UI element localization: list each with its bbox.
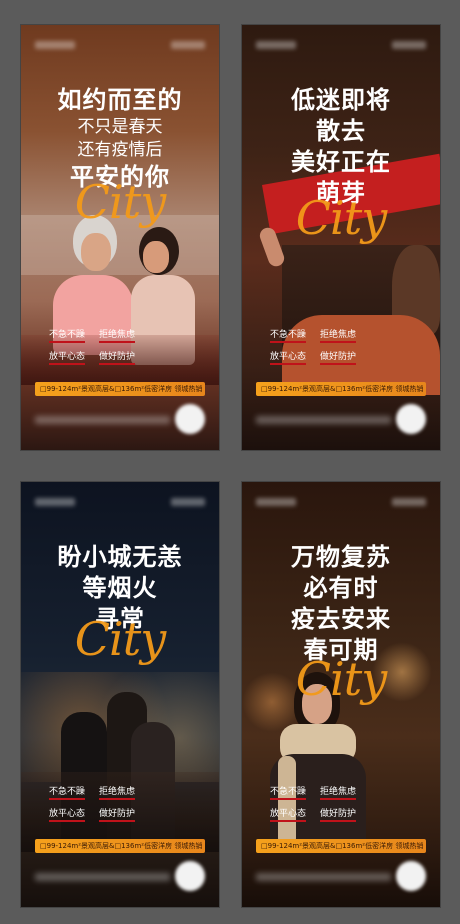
- slogan-item: 做好防护: [99, 349, 136, 365]
- city-script-logo: City: [74, 612, 166, 666]
- slogan-item: 拒绝焦虑: [320, 327, 357, 343]
- product-banner: □99-124m²景观高层&□136m²低密洋房 领城热销: [35, 839, 205, 853]
- slogan-item: 不急不躁: [270, 327, 307, 343]
- poster-header: [256, 498, 426, 508]
- slogan-item: 做好防护: [99, 806, 136, 822]
- address-text: [256, 873, 391, 881]
- slogan-item: 做好防护: [320, 349, 357, 365]
- brand-logo: [35, 41, 75, 49]
- headline-line-3: 还有疫情后: [77, 140, 163, 160]
- headline-line-3: 疫去安来: [291, 605, 391, 633]
- poster-3: 盼小城无恙 等烟火 寻常 City 不急不躁 拒绝焦虑 放平心态 做好防护 □99-…: [21, 482, 219, 907]
- headline: 万物复苏 必有时 疫去安来 春可期: [242, 542, 440, 666]
- brand-logo: [35, 498, 75, 506]
- product-banner: □99-124m²景观高层&□136m²低密洋房 领城热销: [35, 382, 205, 396]
- headline-line-2: 散去: [316, 117, 366, 145]
- poster-footer: [256, 861, 426, 897]
- headline-line-1: 盼小城无恙: [57, 543, 183, 571]
- address-text: [256, 416, 391, 424]
- slogan-item: 拒绝焦虑: [320, 784, 357, 800]
- slogan-item: 放平心态: [270, 349, 307, 365]
- poster-footer: [256, 404, 426, 440]
- slogan-block: 不急不躁 拒绝焦虑 放平心态 做好防护: [49, 327, 207, 371]
- project-logo: [392, 498, 426, 506]
- headline-line-1: 万物复苏: [291, 543, 391, 571]
- poster-footer: [35, 861, 205, 897]
- poster-2: 低迷即将 散去 美好正在 萌芽 City 不急不躁 拒绝焦虑 放平心态 做好防护 □…: [242, 25, 440, 450]
- city-script-logo: City: [295, 191, 387, 245]
- qr-code-icon: [396, 861, 426, 891]
- poster-1: 如约而至的 不只是春天 还有疫情后 平安的你 City 不急不躁 拒绝焦虑 放平心…: [21, 25, 219, 450]
- slogan-item: 放平心态: [49, 349, 86, 365]
- qr-code-icon: [175, 861, 205, 891]
- project-logo: [171, 41, 205, 49]
- project-logo: [171, 498, 205, 506]
- headline-line-1: 如约而至的: [57, 86, 183, 114]
- qr-code-icon: [396, 404, 426, 434]
- poster-header: [35, 41, 205, 51]
- project-logo: [392, 41, 426, 49]
- city-script-logo: City: [74, 175, 166, 229]
- address-text: [35, 873, 170, 881]
- poster-header: [256, 41, 426, 51]
- headline-line-1: 低迷即将: [291, 86, 391, 114]
- brand-logo: [256, 41, 296, 49]
- headline-line-2: 等烟火: [82, 574, 158, 602]
- slogan-block: 不急不躁 拒绝焦虑 放平心态 做好防护: [49, 784, 207, 828]
- product-banner: □99-124m²景观高层&□136m²低密洋房 领城热销: [256, 382, 426, 396]
- slogan-item: 拒绝焦虑: [99, 784, 136, 800]
- slogan-item: 不急不躁: [270, 784, 307, 800]
- address-text: [35, 416, 170, 424]
- poster-4: 万物复苏 必有时 疫去安来 春可期 City 不急不躁 拒绝焦虑 放平心态 做好防护…: [242, 482, 440, 907]
- city-script-logo: City: [295, 652, 387, 706]
- slogan-block: 不急不躁 拒绝焦虑 放平心态 做好防护: [270, 327, 428, 371]
- headline-line-2: 不只是春天: [77, 117, 163, 137]
- poster-footer: [35, 404, 205, 440]
- slogan-block: 不急不躁 拒绝焦虑 放平心态 做好防护: [270, 784, 428, 828]
- slogan-item: 拒绝焦虑: [99, 327, 136, 343]
- slogan-item: 放平心态: [270, 806, 307, 822]
- poster-header: [35, 498, 205, 508]
- headline-line-3: 美好正在: [291, 148, 391, 176]
- slogan-item: 放平心态: [49, 806, 86, 822]
- slogan-item: 不急不躁: [49, 784, 86, 800]
- slogan-item: 不急不躁: [49, 327, 86, 343]
- qr-code-icon: [175, 404, 205, 434]
- slogan-item: 做好防护: [320, 806, 357, 822]
- product-banner: □99-124m²景观高层&□136m²低密洋房 领城热销: [256, 839, 426, 853]
- headline-line-2: 必有时: [303, 574, 379, 602]
- brand-logo: [256, 498, 296, 506]
